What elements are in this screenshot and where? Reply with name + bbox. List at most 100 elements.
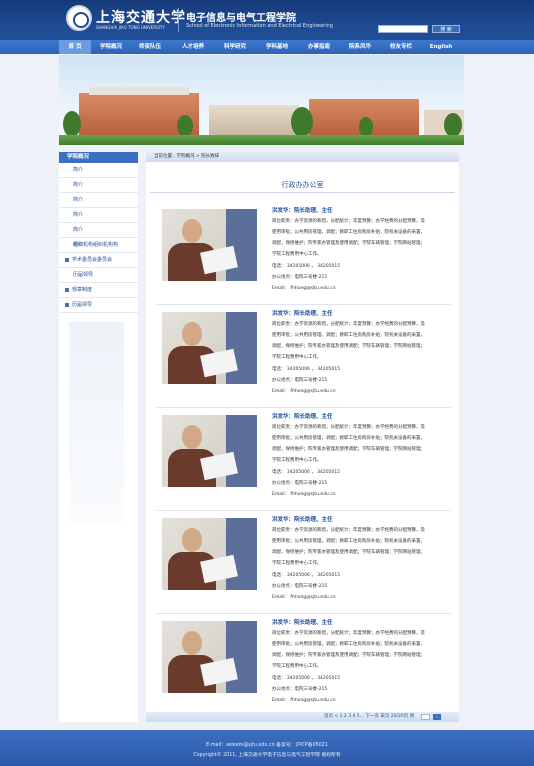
main-nav: 首 页 学院概况 师资队伍 人才培养 科学研究 学科基地 办事指南 院系风华 校…: [0, 40, 534, 54]
pagination: 首页 < 1 2 3 4 5... 下一页 末页 20/20页 到 ›: [146, 712, 459, 722]
staff-card: 洪发华：院长助理、主任 岗位职责：办学资源的筹措，分配统计；年度预算；办学经费的…: [156, 204, 451, 305]
staff-office: 办公地点：电院三号楼-215: [272, 481, 328, 486]
sidebar: 学院概况 简介 简介 简介 简介 简介 简介 组织机构组织机构构 学术委员会委员…: [59, 152, 138, 722]
sidebar-item[interactable]: 组织机构组织机构构: [59, 238, 138, 253]
university-name-en: SHANGHAI JIAO TONG UNIVERSITY: [96, 25, 165, 30]
sidebar-item[interactable]: 历届领导: [59, 268, 138, 283]
nav-disciplines[interactable]: 学科基地: [260, 40, 294, 54]
nav-guide[interactable]: 办事指南: [302, 40, 336, 54]
staff-email[interactable]: Email： fhhong@sjtu.edu.cn: [272, 285, 336, 291]
staff-name[interactable]: 洪发华：院长助理、主任: [272, 309, 333, 317]
staff-photo[interactable]: [162, 209, 257, 281]
sidebar-item-label: 学术委员会委员会: [72, 257, 113, 263]
pagination-links[interactable]: 首页 < 1 2 3 4 5... 下一页 末页 20/20页 到: [324, 712, 414, 722]
header-divider: [178, 8, 179, 32]
sidebar-heading: 学院概况: [59, 152, 138, 163]
nav-english[interactable]: English: [424, 40, 458, 54]
sidebar-item[interactable]: 简介: [59, 163, 138, 178]
staff-phone: 电话： 34205006 ， 34205015: [272, 470, 341, 475]
staff-name[interactable]: 洪发华：院长助理、主任: [272, 412, 333, 420]
staff-duties: 岗位职责：办学资源的筹措，分配统计；年度预算；办学经费的分配预算，及: [272, 631, 425, 636]
sidebar-item-label: 简介: [73, 227, 84, 233]
staff-photo[interactable]: [162, 518, 257, 590]
page-go-button[interactable]: ›: [433, 714, 441, 720]
title-divider: [150, 192, 455, 193]
nav-research[interactable]: 科学研究: [218, 40, 252, 54]
sidebar-item[interactable]: 简介: [59, 208, 138, 223]
staff-duties: 调配，保修维护；院专家办管理及使用调配；学院车辆管理；学院网站管理；: [272, 653, 425, 658]
staff-duties: 学院工程费用中心工作。: [272, 664, 322, 669]
sidebar-item[interactable]: 简介: [59, 223, 138, 238]
sidebar-item-label: 历届领导: [72, 302, 93, 308]
tree-shape: [63, 111, 81, 137]
sidebar-item-label: 规章制度: [72, 287, 93, 293]
staff-phone: 电话： 34205006 ， 34205015: [272, 367, 341, 372]
staff-photo[interactable]: [162, 312, 257, 384]
nav-alumni[interactable]: 校友专栏: [384, 40, 418, 54]
tree-shape: [291, 107, 313, 137]
search-input[interactable]: [378, 25, 428, 33]
header: 上海交通大学 SHANGHAI JIAO TONG UNIVERSITY 电子信…: [0, 0, 534, 40]
page-number-input[interactable]: [421, 714, 430, 720]
staff-duties: 调配，保修维护；院专家办管理及使用调配；学院车辆管理；学院网站管理；: [272, 447, 425, 452]
university-seal-icon[interactable]: [66, 5, 92, 31]
search-button-label: 搜 索: [440, 27, 452, 33]
sidebar-item[interactable]: 简介: [59, 193, 138, 208]
nav-home[interactable]: 首 页: [59, 40, 91, 54]
staff-photo[interactable]: [162, 415, 257, 487]
search-button[interactable]: 搜 索: [432, 25, 460, 33]
tree-shape: [177, 115, 193, 137]
staff-name[interactable]: 洪发华：院长助理、主任: [272, 206, 333, 214]
expand-box-icon: [65, 257, 69, 262]
staff-photo[interactable]: [162, 621, 257, 693]
staff-duties: 使用审批；公共用房管理，调配；教职工住房购房补贴；院机关设备的采置，: [272, 333, 425, 338]
staff-card: 洪发华：院长助理、主任 岗位职责：办学资源的筹措，分配统计；年度预算；办学经费的…: [156, 616, 451, 716]
main-content: 当前位置：学院概况 > 院长致辞 行政办办公室 洪发华：院长助理、主任 岗位职责…: [146, 152, 459, 722]
staff-name[interactable]: 洪发华：院长助理、主任: [272, 618, 333, 626]
nav-education[interactable]: 人才培养: [176, 40, 210, 54]
nav-overview[interactable]: 学院概况: [94, 40, 128, 54]
tree-shape: [359, 117, 373, 137]
staff-duties: 岗位职责：办学资源的筹措，分配统计；年度预算；办学经费的分配预算，及: [272, 219, 425, 224]
expand-box-icon: [65, 302, 69, 307]
footer-contact: E-mail：seieem@sjtu.edu.cn 备案号：沪ICP备05021: [206, 743, 328, 748]
staff-email[interactable]: Email： fhhong@sjtu.edu.cn: [272, 697, 336, 703]
staff-phone: 电话： 34205006 ， 34205015: [272, 676, 341, 681]
sidebar-item-label: 简介: [73, 197, 84, 203]
campus-banner-image: [59, 55, 464, 145]
staff-office: 办公地点：电院三号楼-215: [272, 275, 328, 280]
staff-duties: 学院工程费用中心工作。: [272, 252, 322, 257]
sidebar-item-label: 简介: [73, 212, 84, 218]
sidebar-item[interactable]: 简介: [59, 178, 138, 193]
sidebar-item-committee[interactable]: 学术委员会委员会: [59, 253, 138, 268]
staff-duties: 岗位职责：办学资源的筹措，分配统计；年度预算；办学经费的分配预算，及: [272, 528, 425, 533]
page-title: 行政办办公室: [281, 181, 324, 189]
staff-office: 办公地点：电院三号楼-215: [272, 687, 328, 692]
breadcrumb: 当前位置：学院概况 > 院长致辞: [146, 152, 459, 162]
staff-email[interactable]: Email： fhhong@sjtu.edu.cn: [272, 491, 336, 497]
school-name-en: School of Electronic Information and Ele…: [186, 23, 333, 29]
staff-duties: 使用审批；公共用房管理，调配；教职工住房购房补贴；院机关设备的采置，: [272, 230, 425, 235]
staff-card: 洪发华：院长助理、主任 岗位职责：办学资源的筹措，分配统计；年度预算；办学经费的…: [156, 307, 451, 408]
staff-email[interactable]: Email： fhhong@sjtu.edu.cn: [272, 594, 336, 600]
staff-duties: 使用审批；公共用房管理，调配；教职工住房购房补贴；院机关设备的采置，: [272, 539, 425, 544]
sidebar-item-regulations[interactable]: 规章制度: [59, 283, 138, 298]
building-roof-shape: [89, 87, 189, 95]
staff-duties: 学院工程费用中心工作。: [272, 458, 322, 463]
nav-faculty[interactable]: 师资队伍: [133, 40, 167, 54]
staff-duties: 岗位职责：办学资源的筹措，分配统计；年度预算；办学经费的分配预算，及: [272, 425, 425, 430]
university-name[interactable]: 上海交通大学: [96, 7, 186, 27]
staff-office: 办公地点：电院三号楼-215: [272, 378, 328, 383]
staff-duties: 使用审批；公共用房管理，调配；教职工住房购房补贴；院机关设备的采置，: [272, 642, 425, 647]
sidebar-item-leaders[interactable]: 历届领导: [59, 298, 138, 313]
sidebar-item-label: 简介: [73, 182, 84, 188]
sidebar-watermark: [69, 322, 124, 522]
staff-name[interactable]: 洪发华：院长助理、主任: [272, 515, 333, 523]
nav-departments[interactable]: 院系风华: [343, 40, 377, 54]
staff-duties: 学院工程费用中心工作。: [272, 355, 322, 360]
staff-duties: 岗位职责：办学资源的筹措，分配统计；年度预算；办学经费的分配预算，及: [272, 322, 425, 327]
expand-box-icon: [65, 287, 69, 292]
staff-card: 洪发华：院长助理、主任 岗位职责：办学资源的筹措，分配统计；年度预算；办学经费的…: [156, 410, 451, 511]
staff-email[interactable]: Email： fhhong@sjtu.edu.cn: [272, 388, 336, 394]
staff-card: 洪发华：院长助理、主任 岗位职责：办学资源的筹措，分配统计；年度预算；办学经费的…: [156, 513, 451, 614]
